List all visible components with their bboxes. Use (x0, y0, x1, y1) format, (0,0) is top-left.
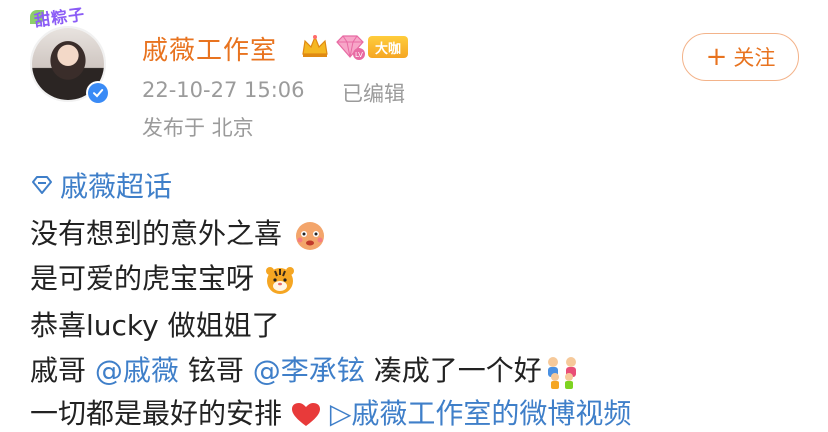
family-emoji (547, 357, 576, 389)
author-name[interactable]: 戚薇工作室 (142, 30, 277, 67)
follow-label: 关注 (733, 46, 776, 70)
post-line-4: 戚哥 @戚薇 铉哥 @李承铉 凑成了一个好 (30, 349, 582, 389)
post-line-1: 没有想到的意外之喜 (30, 212, 329, 252)
post-line-2-text: 是可爱的虎宝宝呀 (30, 262, 255, 295)
big-shot-badge: 大咖 (368, 36, 408, 58)
crown-icon (302, 35, 328, 57)
post-timestamp: 22-10-27 15:06 (142, 78, 305, 102)
super-topic-link[interactable]: 戚薇超话 (30, 165, 172, 205)
blush-face-emoji (295, 222, 324, 250)
post-line-4-text-c: 凑成了一个好 (373, 354, 542, 387)
diamond-level-icon: LV (336, 35, 365, 60)
post-line-2: 是可爱的虎宝宝呀 (30, 257, 297, 297)
heart-emoji (291, 403, 320, 426)
weibo-video-link[interactable]: ▷戚薇工作室的微博视频 (330, 397, 632, 430)
post-line-4-text-b: 铉哥 (187, 354, 244, 387)
plus-icon: + (705, 42, 728, 72)
verified-icon (86, 81, 110, 105)
tiger-emoji (265, 267, 294, 294)
mention-qi-wei[interactable]: @戚薇 (95, 354, 179, 387)
post-line-5-text: 一切都是最好的安排 (30, 397, 283, 430)
post-line-4-text-a: 戚哥 (30, 354, 87, 387)
post-line-5: 一切都是最好的安排 ▷戚薇工作室的微博视频 (30, 392, 631, 432)
post-line-1-text: 没有想到的意外之喜 (30, 217, 283, 250)
super-topic-label: 戚薇超话 (60, 170, 173, 203)
edited-label[interactable]: 已编辑 (342, 78, 405, 108)
svg-text:LV: LV (355, 51, 363, 59)
follow-button[interactable]: + 关注 (682, 33, 799, 81)
mention-li-chengxuan[interactable]: @李承铉 (253, 354, 365, 387)
super-topic-icon (32, 176, 52, 194)
post-line-3: 恭喜lucky 做姐姐了 (30, 309, 280, 342)
post-location: 发布于 北京 (142, 116, 254, 140)
